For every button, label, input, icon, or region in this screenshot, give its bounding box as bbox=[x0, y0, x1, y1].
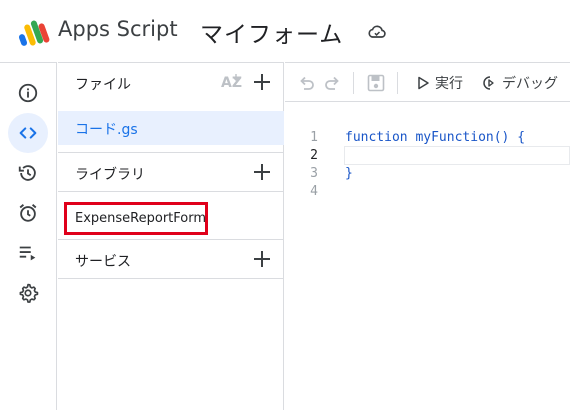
libraries-header: ライブラリ bbox=[58, 153, 284, 191]
services-header: サービス bbox=[58, 240, 284, 278]
undo-icon[interactable] bbox=[296, 73, 316, 93]
files-label: ファイル bbox=[75, 77, 131, 93]
alarm-icon bbox=[19, 204, 37, 222]
svg-text:AZ: AZ bbox=[221, 75, 242, 91]
project-title[interactable]: マイフォーム bbox=[200, 15, 343, 49]
save-icon[interactable] bbox=[366, 73, 386, 93]
editor-button[interactable] bbox=[8, 113, 48, 153]
line-number: 3 bbox=[310, 166, 318, 181]
debug-icon bbox=[483, 76, 494, 90]
library-item-label: ExpenseReportForm bbox=[75, 211, 207, 226]
overview-button[interactable] bbox=[8, 73, 48, 113]
code-text: } bbox=[345, 166, 353, 181]
divider bbox=[58, 278, 284, 279]
debug-button[interactable]: デバッグ bbox=[482, 72, 558, 94]
triggers-button[interactable] bbox=[8, 193, 48, 233]
code-keyword: function bbox=[345, 130, 408, 145]
code-line[interactable]: 3 } bbox=[285, 165, 570, 183]
settings-button[interactable] bbox=[8, 273, 48, 313]
code-editor[interactable]: 1 function myFunction() { 2 3 } 4 bbox=[285, 103, 570, 410]
left-nav-rail bbox=[0, 62, 57, 410]
code-icon bbox=[19, 127, 37, 139]
code-line-current[interactable]: 2 bbox=[285, 146, 570, 165]
apps-script-logo-icon[interactable] bbox=[18, 18, 50, 48]
run-label: 実行 bbox=[435, 76, 463, 92]
line-number: 1 bbox=[310, 130, 318, 145]
current-line-highlight bbox=[344, 146, 570, 165]
line-number: 2 bbox=[310, 148, 318, 163]
playlist-play-icon bbox=[19, 246, 36, 261]
run-button[interactable]: 実行 bbox=[415, 72, 463, 94]
files-header: ファイル AZ bbox=[58, 63, 284, 101]
library-item-expense-report-form[interactable]: ExpenseReportForm bbox=[64, 202, 208, 235]
sort-az-icon[interactable]: AZ bbox=[220, 72, 242, 92]
cloud-sync-icon bbox=[368, 25, 386, 38]
services-label: サービス bbox=[75, 254, 131, 270]
code-text: function myFunction() { bbox=[345, 130, 525, 145]
app-name[interactable]: Apps Script bbox=[58, 17, 178, 41]
code-line[interactable]: 4 bbox=[285, 183, 570, 201]
play-icon bbox=[418, 76, 429, 90]
libraries-label: ライブラリ bbox=[75, 167, 145, 183]
code-line[interactable]: 1 function myFunction() { bbox=[285, 129, 570, 147]
executions-log-button[interactable] bbox=[8, 233, 48, 273]
add-service-icon[interactable] bbox=[251, 248, 273, 270]
line-number: 4 bbox=[310, 184, 318, 199]
toolbar-separator bbox=[353, 72, 354, 94]
info-icon bbox=[18, 83, 38, 103]
history-icon bbox=[18, 165, 36, 181]
add-file-icon[interactable] bbox=[251, 71, 273, 93]
debug-label: デバッグ bbox=[502, 76, 558, 92]
files-panel: ファイル AZ コード.gs ライブラリ ExpenseReportForm サ… bbox=[58, 62, 284, 410]
file-item-code-gs[interactable]: コード.gs bbox=[58, 111, 284, 145]
redo-icon[interactable] bbox=[323, 73, 343, 93]
code-rest: myFunction() { bbox=[407, 130, 526, 145]
executions-button[interactable] bbox=[8, 153, 48, 193]
toolbar-separator bbox=[397, 72, 398, 94]
add-library-icon[interactable] bbox=[251, 161, 273, 183]
divider bbox=[58, 191, 284, 192]
file-item-label: コード.gs bbox=[75, 122, 138, 138]
top-bar: Apps Script マイフォーム bbox=[0, 0, 570, 62]
editor-toolbar: 実行 デバッグ bbox=[285, 62, 570, 102]
gear-icon bbox=[19, 283, 39, 303]
